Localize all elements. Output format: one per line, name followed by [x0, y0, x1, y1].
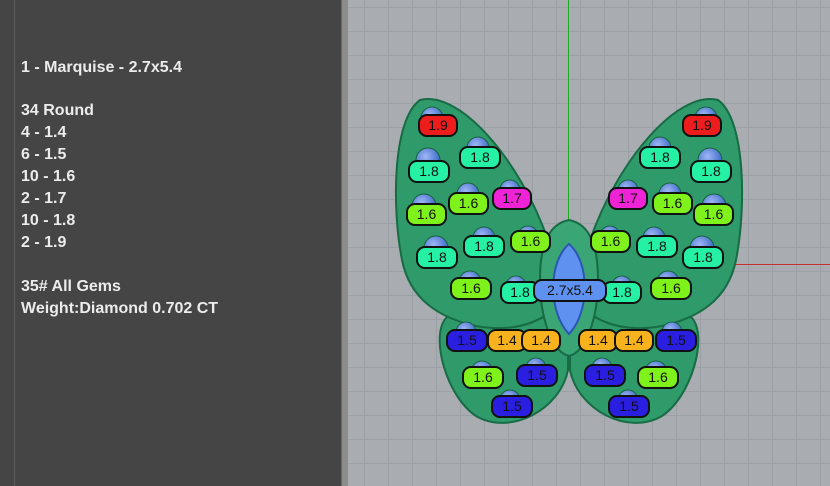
- gem-label[interactable]: 1.4: [578, 329, 618, 352]
- gem-label[interactable]: 1.8: [690, 160, 732, 183]
- total-gems: 35# All Gems: [21, 278, 121, 295]
- gem-label[interactable]: 1.7: [492, 187, 532, 210]
- gem-label[interactable]: 1.4: [614, 329, 654, 352]
- gem-label[interactable]: 1.5: [446, 329, 488, 352]
- gem-label[interactable]: 1.8: [639, 146, 681, 169]
- gem-label[interactable]: 1.5: [655, 329, 697, 352]
- gem-label[interactable]: 1.6: [650, 277, 692, 300]
- round-count: 2 - 1.9: [21, 234, 67, 251]
- gem-label[interactable]: 1.9: [682, 114, 722, 137]
- marquise-line: 1 - Marquise - 2.7x5.4: [21, 59, 182, 76]
- round-count: 2 - 1.7: [21, 190, 67, 207]
- panel-resize-handle[interactable]: [341, 0, 348, 486]
- round-count: 10 - 1.6: [21, 168, 76, 185]
- panel-divider: [14, 0, 15, 486]
- round-header: 34 Round: [21, 102, 94, 119]
- gem-label[interactable]: 1.5: [584, 364, 626, 387]
- gem-label[interactable]: 1.8: [408, 160, 450, 183]
- gem-label[interactable]: 1.8: [602, 281, 642, 304]
- gem-label[interactable]: 1.6: [693, 203, 734, 226]
- gem-label[interactable]: 1.5: [608, 395, 650, 418]
- gem-label[interactable]: 1.6: [510, 230, 551, 253]
- gem-label[interactable]: 1.5: [516, 364, 558, 387]
- gem-info-panel: 1 - Marquise - 2.7x5.4 34 Round 4 - 1.4 …: [0, 0, 341, 486]
- gem-label[interactable]: 1.6: [448, 192, 489, 215]
- diamond-weight: Weight:Diamond 0.702 CT: [21, 300, 219, 317]
- gem-label[interactable]: 1.8: [459, 146, 501, 169]
- gem-label[interactable]: 1.6: [450, 277, 492, 300]
- round-count: 4 - 1.4: [21, 124, 67, 141]
- gem-label[interactable]: 1.6: [590, 230, 631, 253]
- gem-label[interactable]: 1.9: [418, 114, 458, 137]
- gem-label[interactable]: 1.6: [406, 203, 447, 226]
- gem-label[interactable]: 1.6: [462, 366, 504, 389]
- gem-label[interactable]: 1.6: [652, 192, 693, 215]
- round-count: 10 - 1.8: [21, 212, 76, 229]
- gem-label[interactable]: 1.7: [608, 187, 648, 210]
- gem-label[interactable]: 1.8: [463, 235, 505, 258]
- round-count: 6 - 1.5: [21, 146, 67, 163]
- gem-label[interactable]: 1.8: [636, 235, 678, 258]
- gem-label[interactable]: 1.5: [491, 395, 533, 418]
- gem-label[interactable]: 1.4: [521, 329, 561, 352]
- gem-label[interactable]: 2.7x5.4: [533, 279, 607, 302]
- gem-label[interactable]: 1.8: [682, 246, 724, 269]
- gem-label[interactable]: 1.8: [416, 246, 458, 269]
- gem-label[interactable]: 1.6: [637, 366, 679, 389]
